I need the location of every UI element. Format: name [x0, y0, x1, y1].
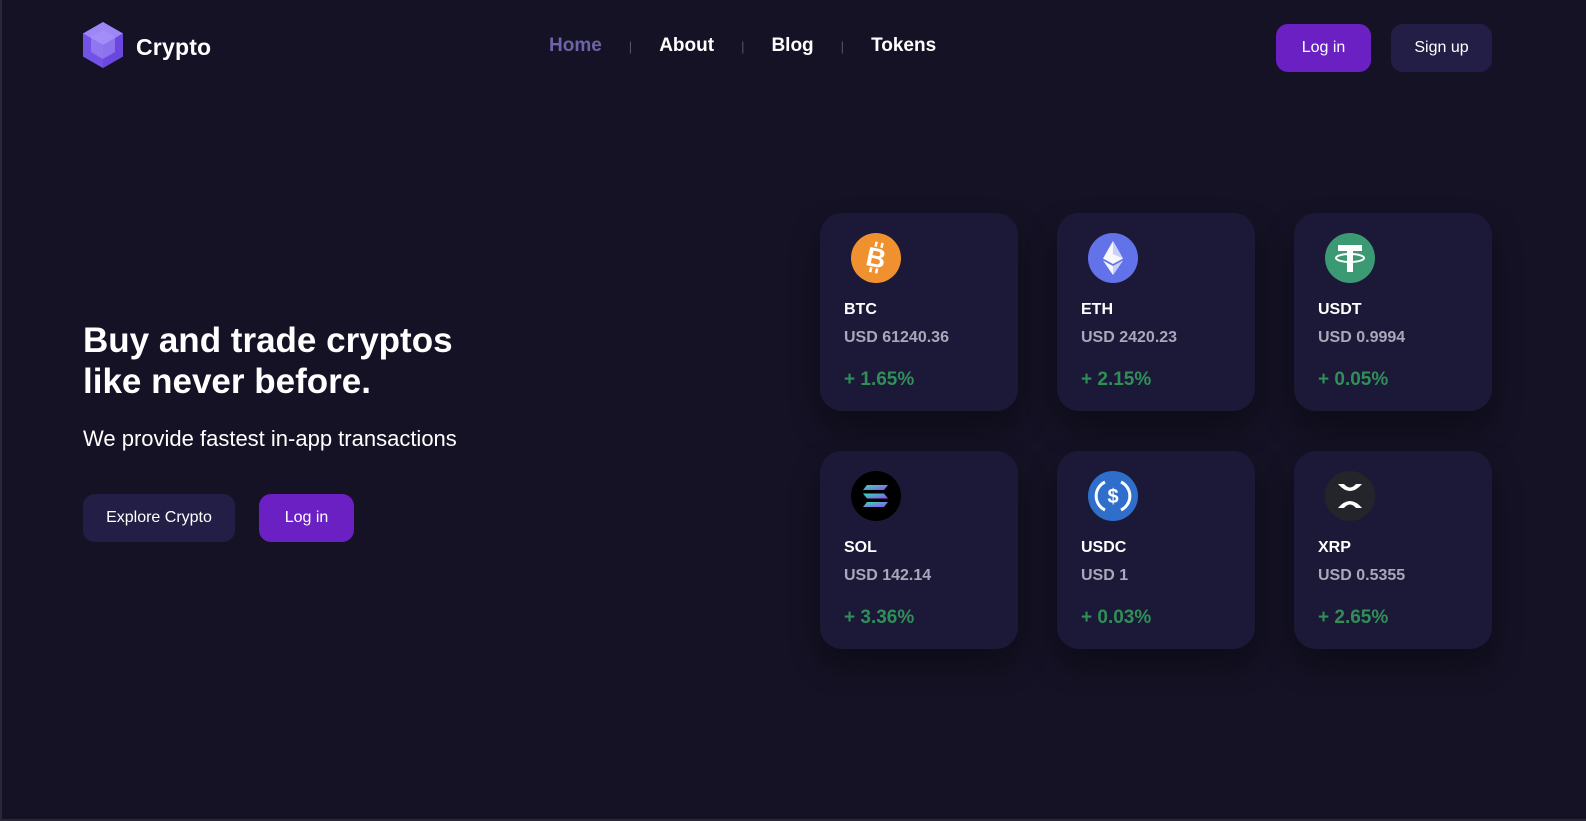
svg-text:$: $ [1107, 486, 1118, 508]
nav-about[interactable]: About [659, 35, 714, 57]
solana-icon [851, 471, 901, 521]
coin-change: + 2.15% [1081, 369, 1152, 390]
nav-tokens[interactable]: Tokens [871, 35, 936, 57]
nav-divider: | [628, 38, 633, 54]
ethereum-icon [1088, 233, 1138, 283]
coin-symbol: BTC [844, 301, 877, 318]
coin-price: USD 0.5355 [1318, 567, 1406, 584]
coin-symbol: ETH [1081, 301, 1113, 318]
coin-card-btc[interactable]: B BTC USD 61240.36 + 1.65% [820, 213, 1018, 411]
header-login-button[interactable]: Log in [1276, 24, 1371, 72]
crypto-logo-icon [82, 21, 124, 74]
hero-login-button[interactable]: Log in [259, 494, 354, 542]
coin-price: USD 0.9994 [1318, 329, 1406, 346]
usdc-icon: $ [1088, 471, 1138, 521]
hero-title: Buy and trade cryptos like never before. [83, 320, 603, 402]
hero-subtitle: We provide fastest in-app transactions [83, 426, 457, 451]
coin-price: USD 61240.36 [844, 329, 949, 346]
coin-symbol: SOL [844, 539, 877, 556]
nav-blog[interactable]: Blog [771, 35, 813, 57]
header-signup-button[interactable]: Sign up [1391, 24, 1492, 72]
bitcoin-icon: B [851, 233, 901, 283]
coin-card-sol[interactable]: SOL USD 142.14 + 3.36% [820, 451, 1018, 649]
nav-divider: | [840, 38, 845, 54]
nav-divider: | [741, 38, 745, 54]
coin-symbol: XRP [1318, 539, 1351, 556]
main-nav: Home | About | Blog | Tokens [549, 35, 936, 57]
coin-change: + 2.65% [1318, 607, 1389, 628]
coin-price: USD 1 [1081, 567, 1129, 584]
coin-symbol: USDC [1081, 539, 1127, 556]
nav-home[interactable]: Home [549, 35, 602, 57]
coin-card-usdt[interactable]: USDT USD 0.9994 + 0.05% [1294, 213, 1492, 411]
coin-price: USD 142.14 [844, 567, 932, 584]
coin-change: + 1.65% [844, 369, 915, 390]
explore-crypto-button[interactable]: Explore Crypto [83, 494, 235, 542]
logo-text: Crypto [136, 33, 212, 60]
coin-card-eth[interactable]: ETH USD 2420.23 + 2.15% [1057, 213, 1255, 411]
coin-card-xrp[interactable]: XRP USD 0.5355 + 2.65% [1294, 451, 1492, 649]
site-header: Crypto Home | About | Blog | Tokens Log … [2, 0, 1586, 96]
coin-card-usdc[interactable]: $ USDC USD 1 + 0.03% [1057, 451, 1255, 649]
coin-change: + 0.03% [1081, 607, 1152, 628]
coin-change: + 0.05% [1318, 369, 1389, 390]
page: Crypto Home | About | Blog | Tokens Log … [0, 0, 1586, 821]
coin-symbol: USDT [1318, 301, 1362, 318]
coin-price: USD 2420.23 [1081, 329, 1178, 346]
tether-icon [1325, 233, 1375, 283]
hero-title-line-2: like never before. [83, 362, 371, 401]
hero-title-line-1: Buy and trade cryptos [83, 321, 453, 360]
xrp-icon [1325, 471, 1375, 521]
logo[interactable]: Crypto [82, 21, 212, 74]
coin-change: + 3.36% [844, 607, 915, 628]
